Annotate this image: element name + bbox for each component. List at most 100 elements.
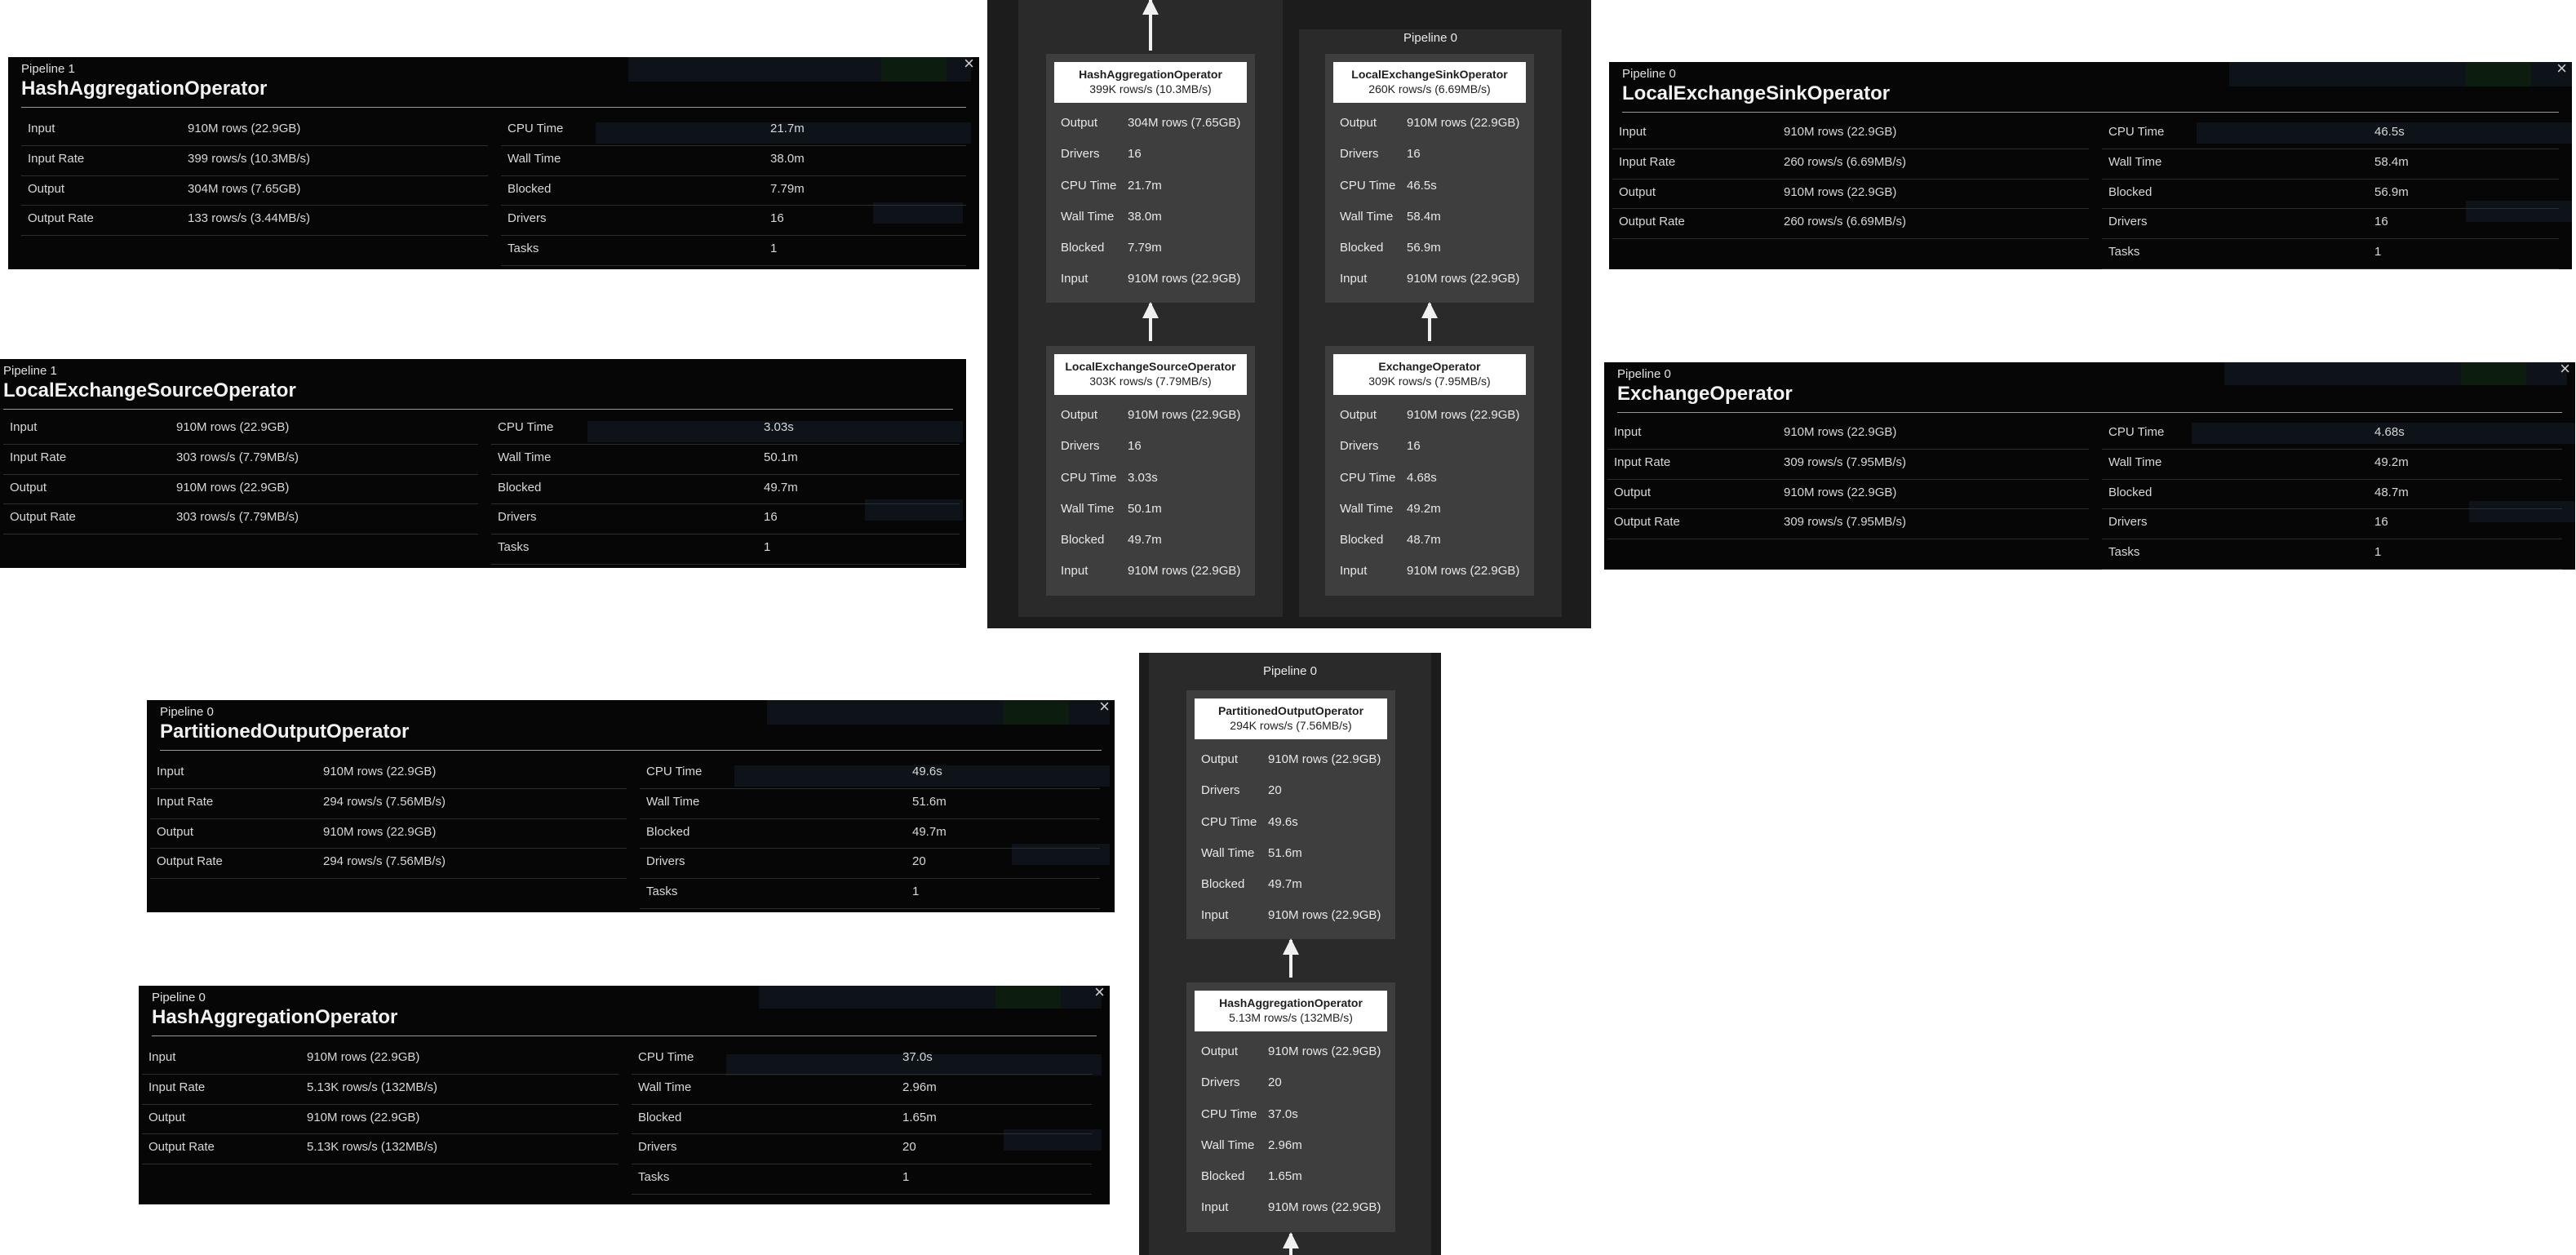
operator-stat-row: Blocked 49.7m xyxy=(1061,533,1162,548)
pipeline-graph-bottom: Pipeline 0 PartitionedOutputOperator 294… xyxy=(1139,653,1441,1255)
operator-stat-row: Input 910M rows (22.9GB) xyxy=(1061,272,1241,286)
stat-row: Tasks 1 xyxy=(2102,239,2559,269)
operator-stats: Output 304M rows (7.65GB) Drivers 16 CPU T… xyxy=(1046,108,1255,295)
stat-row: Output 910M rows (22.9GB) xyxy=(150,819,627,849)
pipeline-column: Pipeline 0 PartitionedOutputOperator 294… xyxy=(1149,653,1431,1255)
operator-stat-row: Wall Time 49.2m xyxy=(1340,501,1441,516)
stats-left-column: Input 910M rows (22.9GB) Input Rate 294 ro… xyxy=(150,759,627,880)
arrow-up-icon xyxy=(1142,302,1159,341)
operator-stat-row: Input 910M rows (22.9GB) xyxy=(1340,564,1520,579)
operator-name: PartitionedOutputOperator xyxy=(1217,704,1364,717)
operator-stats: Output 910M rows (22.9GB) Drivers 16 CPU T… xyxy=(1325,108,1534,295)
stat-row: Drivers 20 xyxy=(632,1134,1092,1165)
operator-title: HashAggregationOperator xyxy=(152,1006,398,1028)
operator-title: LocalExchangeSourceOperator xyxy=(3,379,296,401)
operator-stat-row: Output 910M rows (22.9GB) xyxy=(1340,116,1520,130)
stat-row: Input Rate 260 rows/s (6.69MB/s) xyxy=(1612,149,2089,180)
stat-row: Tasks 1 xyxy=(640,879,1100,909)
stat-row: Wall Time 38.0m xyxy=(501,146,966,176)
operator-name: HashAggregationOperator xyxy=(1079,68,1222,81)
operator-stat-row: Wall Time 58.4m xyxy=(1340,209,1441,224)
stat-row: Input Rate 5.13K rows/s (132MB/s) xyxy=(142,1075,619,1105)
stat-row: Blocked 49.7m xyxy=(640,819,1100,849)
operator-node-exchange[interactable]: ExchangeOperator 309K rows/s (7.95MB/s) … xyxy=(1325,346,1534,596)
operator-detail-panel-pipeline1-hashagg: × Pipeline 1 HashAggregationOperator Inp… xyxy=(8,57,979,269)
operator-rate: 260K rows/s (6.69MB/s) xyxy=(1368,82,1491,95)
arrow-up-icon xyxy=(1283,1232,1299,1255)
operator-node-lxsource[interactable]: LocalExchangeSourceOperator 303K rows/s … xyxy=(1046,346,1255,596)
stat-row: Output Rate 303 rows/s (7.79MB/s) xyxy=(3,504,478,535)
operator-stat-row: Drivers 16 xyxy=(1061,439,1142,454)
operator-detail-panel-pipeline0-partout: × Pipeline 0 PartitionedOutputOperator I… xyxy=(147,700,1115,912)
operator-stats: Output 910M rows (22.9GB) Drivers 20 CPU T… xyxy=(1186,1036,1395,1224)
divider xyxy=(21,107,966,108)
stat-row: Blocked 1.65m xyxy=(632,1105,1092,1135)
divider xyxy=(1622,112,2559,113)
operator-stat-row: Input 910M rows (22.9GB) xyxy=(1201,908,1381,923)
operator-name: LocalExchangeSourceOperator xyxy=(1065,360,1236,373)
stat-row: Drivers 20 xyxy=(640,849,1100,880)
operator-name: LocalExchangeSinkOperator xyxy=(1351,68,1508,81)
stats-left-column: Input 910M rows (22.9GB) Input Rate 5.13K … xyxy=(142,1044,619,1165)
stat-row: Wall Time 58.4m xyxy=(2102,149,2559,180)
operator-stat-row: Blocked 48.7m xyxy=(1340,533,1441,548)
operator-title: HashAggregationOperator xyxy=(21,78,268,100)
operator-stat-row: Output 910M rows (22.9GB) xyxy=(1201,752,1381,766)
stats-left-column: Input 910M rows (22.9GB) Input Rate 309 ro… xyxy=(1607,419,2089,540)
operator-node-hashagg[interactable]: HashAggregationOperator 399K rows/s (10.… xyxy=(1046,54,1255,303)
operator-detail-panel-pipeline0-lxsink: × Pipeline 0 LocalExchangeSinkOperator I… xyxy=(1609,62,2572,269)
pipeline-label: Pipeline 0 xyxy=(1263,664,1317,678)
operator-name: HashAggregationOperator xyxy=(1219,996,1363,1009)
pipeline-label: Pipeline 0 xyxy=(160,705,214,719)
stat-row: Wall Time 50.1m xyxy=(491,445,960,475)
operator-node-header: HashAggregationOperator 5.13M rows/s (13… xyxy=(1195,991,1387,1031)
operator-stat-row: Blocked 1.65m xyxy=(1201,1169,1302,1184)
operator-stat-row: Wall Time 38.0m xyxy=(1061,209,1162,224)
operator-node-partout[interactable]: PartitionedOutputOperator 294K rows/s (7… xyxy=(1186,690,1395,939)
operator-stat-row: Input 910M rows (22.9GB) xyxy=(1201,1200,1381,1215)
stats-right-column: CPU Time 46.5s Wall Time 58.4m Blocked 56.9… xyxy=(2102,119,2559,269)
stat-row: Output Rate 309 rows/s (7.95MB/s) xyxy=(1607,509,2089,540)
operator-rate: 303K rows/s (7.79MB/s) xyxy=(1089,375,1212,388)
stat-row: CPU Time 4.68s xyxy=(2102,419,2562,450)
divider xyxy=(160,750,1102,751)
stat-row: CPU Time 37.0s xyxy=(632,1044,1092,1075)
stat-row: Input Rate 294 rows/s (7.56MB/s) xyxy=(150,789,627,819)
stats-right-column: CPU Time 37.0s Wall Time 2.96m Blocked 1.65… xyxy=(632,1044,1092,1195)
operator-stat-row: Drivers 20 xyxy=(1201,783,1282,798)
operator-rate: 5.13M rows/s (132MB/s) xyxy=(1229,1011,1353,1024)
pipeline-column-left: HashAggregationOperator 399K rows/s (10.… xyxy=(1018,0,1283,617)
stat-row: Blocked 49.7m xyxy=(491,475,960,505)
operator-stat-row: Drivers 16 xyxy=(1340,439,1421,454)
operator-title: ExchangeOperator xyxy=(1617,383,1793,405)
stat-row: Output 910M rows (22.9GB) xyxy=(1607,480,2089,510)
stats-left-column: Input 910M rows (22.9GB) Input Rate 303 ro… xyxy=(3,415,478,535)
stat-row: Drivers 16 xyxy=(501,206,966,237)
pipeline-label: Pipeline 0 xyxy=(152,991,206,1004)
operator-stats: Output 910M rows (22.9GB) Drivers 20 CPU T… xyxy=(1186,744,1395,932)
stat-row: CPU Time 46.5s xyxy=(2102,119,2559,149)
stat-row: CPU Time 49.6s xyxy=(640,759,1100,789)
operator-title: LocalExchangeSinkOperator xyxy=(1622,82,1891,104)
stat-row: Tasks 1 xyxy=(501,236,966,266)
operator-stat-row: Wall Time 50.1m xyxy=(1061,501,1162,516)
stats-right-column: CPU Time 49.6s Wall Time 51.6m Blocked 49.7… xyxy=(640,759,1100,909)
divider xyxy=(1617,412,2562,413)
operator-node-header: HashAggregationOperator 399K rows/s (10.… xyxy=(1054,62,1247,103)
operator-stat-row: Wall Time 51.6m xyxy=(1201,845,1302,860)
pipeline-column-right: Pipeline 0 LocalExchangeSinkOperator 260… xyxy=(1299,29,1562,617)
operator-rate: 309K rows/s (7.95MB/s) xyxy=(1368,375,1491,388)
stats-right-column: CPU Time 21.7m Wall Time 38.0m Blocked 7.79… xyxy=(501,116,966,266)
operator-stat-row: CPU Time 21.7m xyxy=(1061,178,1162,193)
stat-row: Output 910M rows (22.9GB) xyxy=(1612,180,2089,210)
operator-detail-panel-pipeline0-exchange: × Pipeline 0 ExchangeOperator Input 910M … xyxy=(1604,362,2575,570)
operator-stat-row: CPU Time 4.68s xyxy=(1340,470,1437,485)
stat-row: Tasks 1 xyxy=(632,1164,1092,1195)
operator-stat-row: Output 910M rows (22.9GB) xyxy=(1061,408,1241,422)
operator-node-hashagg[interactable]: HashAggregationOperator 5.13M rows/s (13… xyxy=(1186,982,1395,1232)
operator-name: ExchangeOperator xyxy=(1378,360,1481,373)
operator-stat-row: Output 304M rows (7.65GB) xyxy=(1061,116,1241,130)
operator-node-lxsink[interactable]: LocalExchangeSinkOperator 260K rows/s (6… xyxy=(1325,54,1534,303)
operator-detail-panel-pipeline1-lxsource: Pipeline 1 LocalExchangeSourceOperator I… xyxy=(0,359,966,568)
pipeline-label: Pipeline 1 xyxy=(21,62,75,76)
